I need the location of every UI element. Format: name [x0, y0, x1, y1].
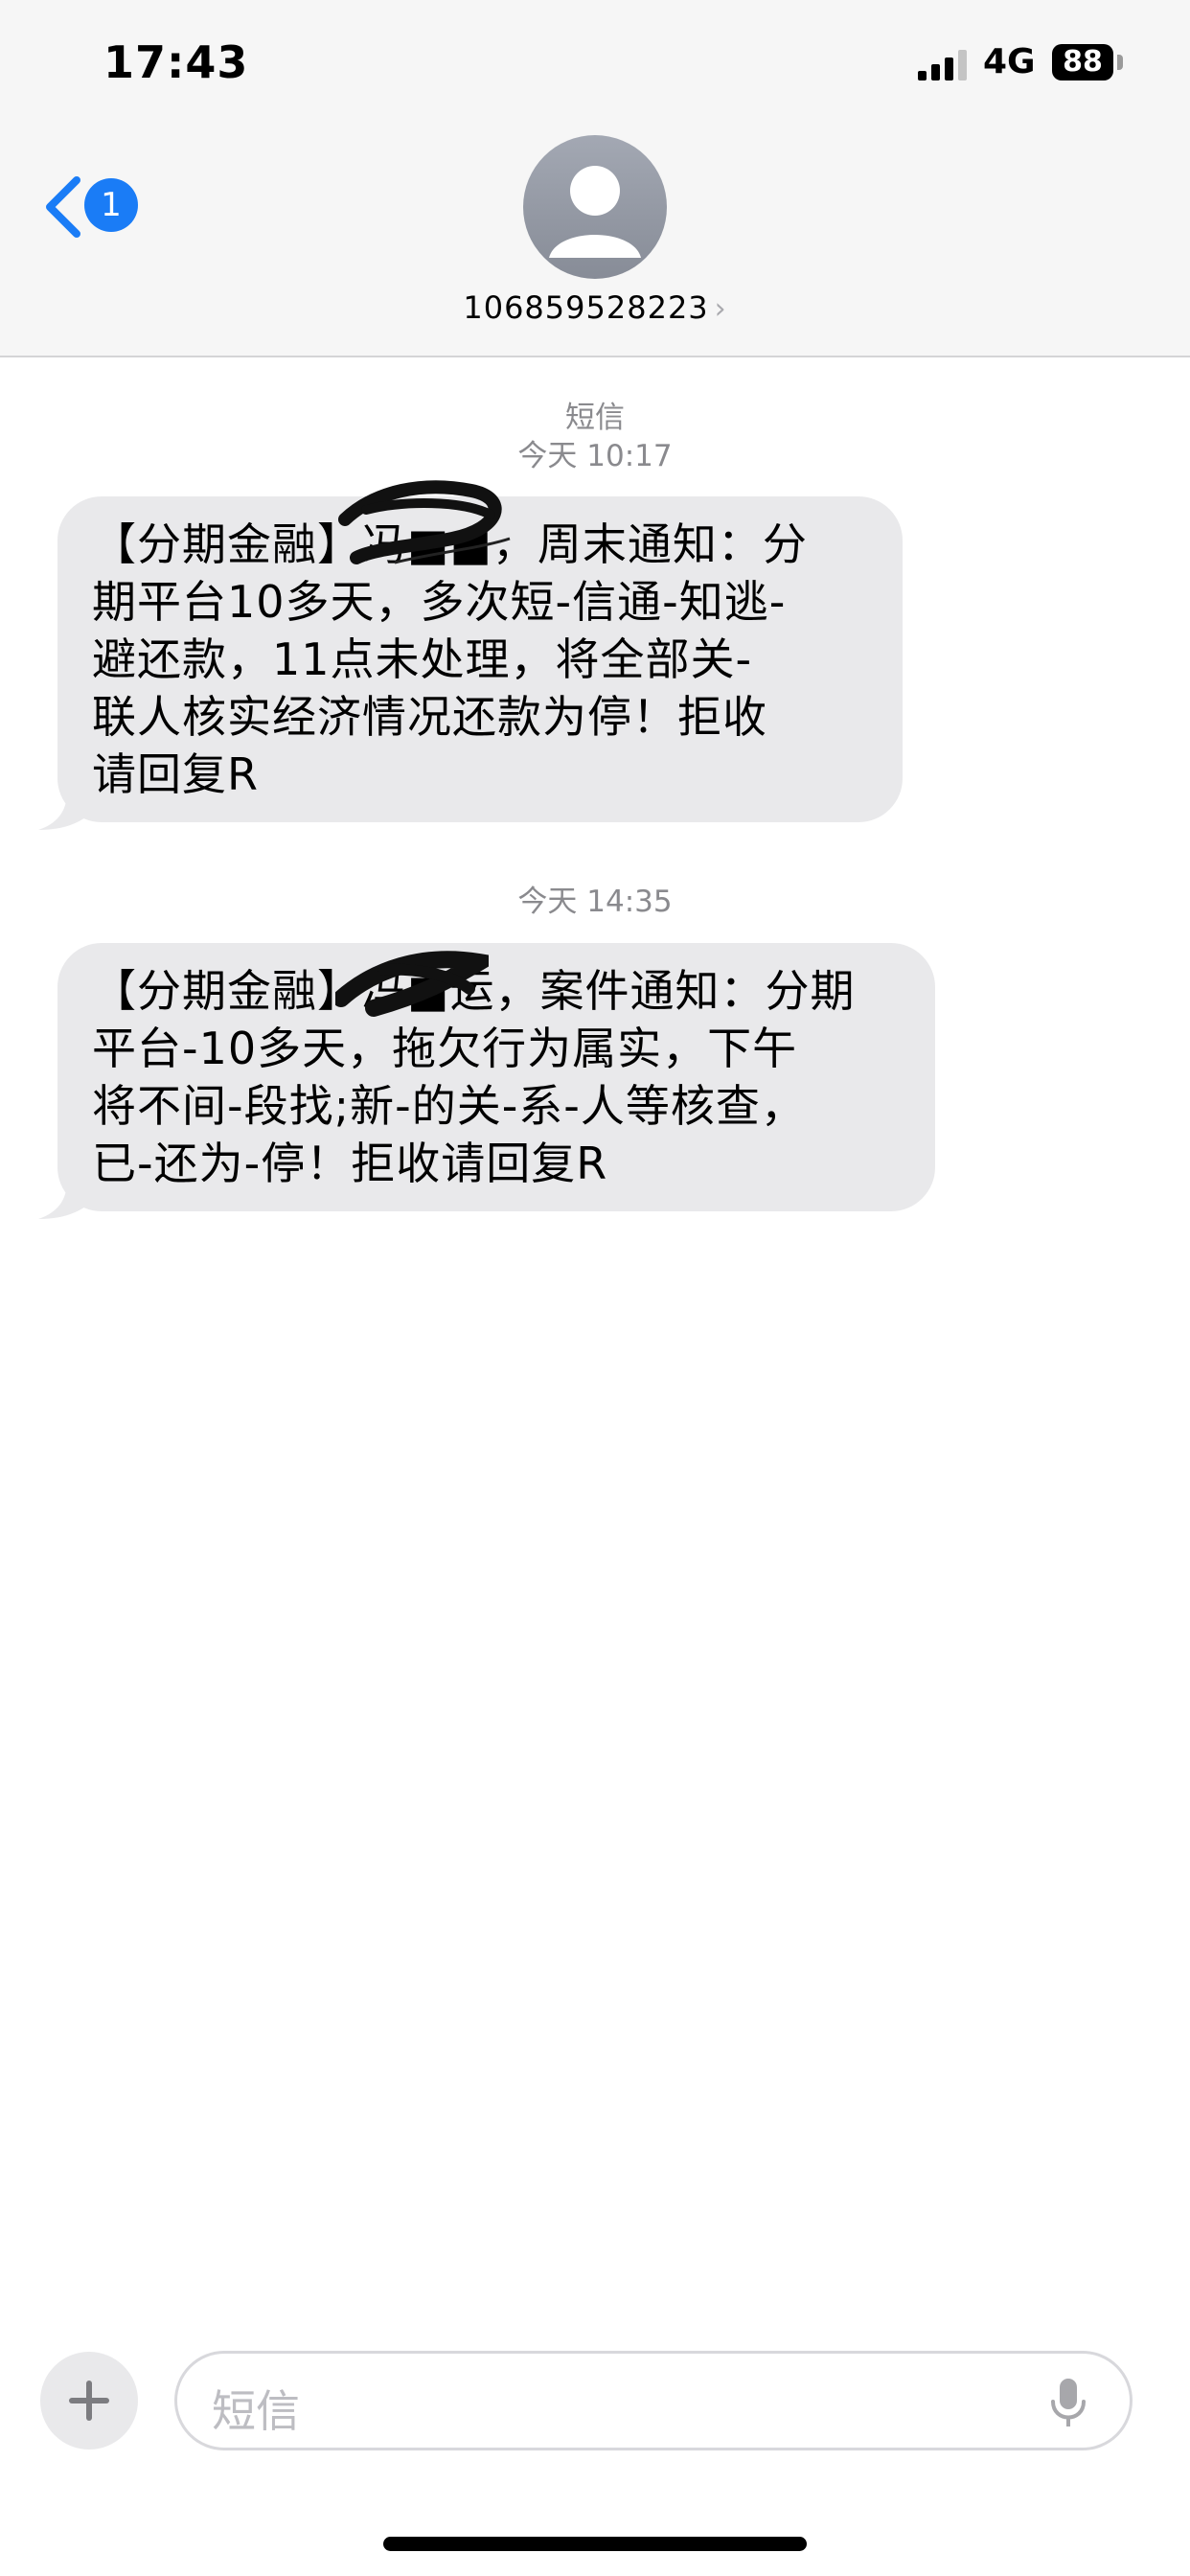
- message-line: 避还款，11点未处理，将全部关-: [92, 633, 753, 685]
- message-line: 平台-10多天，拖欠行为属实，下午: [92, 1023, 798, 1074]
- bubble-tail: [38, 1181, 96, 1219]
- chevron-left-icon: [46, 176, 80, 238]
- service-label: 短信: [565, 401, 625, 435]
- status-time: 17:43: [103, 36, 249, 88]
- unread-badge: 1: [84, 178, 138, 232]
- signal-bars-icon: [918, 50, 967, 80]
- message-line: 期平台10多天，多次短-信通-知逃-: [92, 576, 787, 628]
- chevron-right-icon: ›: [714, 292, 727, 326]
- contact-name[interactable]: 106859528223 ›: [0, 289, 1190, 326]
- home-indicator[interactable]: [383, 2537, 807, 2551]
- message-input-placeholder: 短信: [212, 2385, 300, 2437]
- contact-avatar[interactable]: [523, 135, 667, 279]
- message-line: 将不间-段找;新-的关-系-人等核查，: [92, 1080, 806, 1132]
- message-line: 【分期金融】冯■运，案件通知：分期: [92, 965, 856, 1017]
- back-button[interactable]: 1: [42, 171, 148, 247]
- plus-icon: [69, 2380, 109, 2421]
- contact-number: 106859528223: [463, 289, 709, 326]
- battery-level: 88: [1052, 44, 1113, 80]
- person-icon: [549, 166, 641, 258]
- message-timestamp: 今天 10:17: [517, 439, 673, 473]
- network-type: 4G: [983, 42, 1036, 81]
- battery-cap: [1117, 55, 1123, 70]
- message-line: 联人核实经济情况还款为停！拒收: [92, 691, 767, 743]
- message-line: 请回复R: [92, 748, 259, 800]
- add-attachment-button[interactable]: [40, 2352, 138, 2450]
- bubble-tail: [38, 792, 96, 830]
- microphone-icon[interactable]: [1049, 2377, 1087, 2430]
- conversation-header: 17:43 4G 88 1 106859528223 ›: [0, 0, 1190, 357]
- message-timestamp: 今天 14:35: [517, 885, 673, 919]
- message-input[interactable]: 短信: [174, 2351, 1133, 2450]
- message-bubble[interactable]: 【分期金融】冯■运，案件通知：分期 平台-10多天，拖欠行为属实，下午 将不间-…: [57, 943, 935, 1211]
- redaction-scribble: [338, 480, 511, 564]
- message-line: 已-还为-停！拒收请回复R: [92, 1138, 608, 1189]
- redaction-scribble: [335, 951, 489, 1017]
